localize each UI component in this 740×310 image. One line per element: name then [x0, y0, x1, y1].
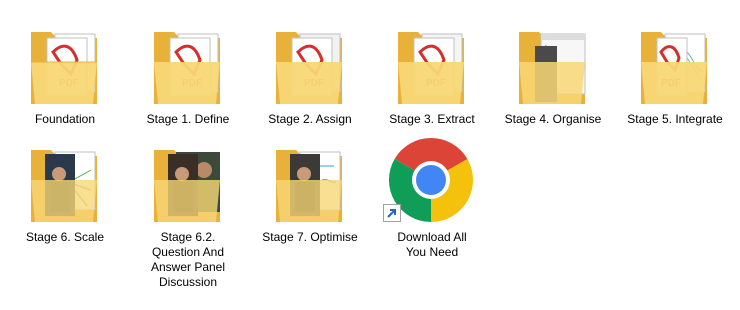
- folder-stage-4-organise[interactable]: Stage 4. Organise: [494, 12, 612, 162]
- folder-label: Stage 5. Integrate: [627, 112, 723, 126]
- folder-label: Foundation: [34, 112, 96, 126]
- folder-label: Stage 6. Scale: [25, 230, 105, 244]
- folder-stage-6-2-qa-panel[interactable]: Stage 6.2. Question And Answer Panel Dis…: [129, 130, 247, 289]
- folder-pdf-icon: PDF: [148, 22, 228, 110]
- folder-label: Stage 1. Define: [146, 112, 230, 126]
- folder-stage-7-optimise[interactable]: Stage 7. Optimise: [251, 130, 369, 280]
- folder-pdf-icon: PDF: [25, 22, 105, 110]
- folder-label: Stage 4. Organise: [504, 112, 602, 126]
- folder-pdf-icon: PDF: [635, 22, 715, 110]
- folder-label: Stage 3. Extract: [389, 112, 475, 126]
- shortcut-download-all-you-need[interactable]: Download All You Need: [373, 130, 491, 280]
- desktop-icon-grid: PDF Foundation PDF Stage 1. Define: [0, 0, 740, 310]
- folder-stage-5-integrate[interactable]: PDF Stage 5. Integrate: [616, 12, 734, 162]
- shortcut-label: Download All You Need: [397, 230, 467, 259]
- folder-label: Stage 6.2. Question And Answer Panel Dis…: [150, 230, 226, 289]
- folder-label: Stage 7. Optimise: [262, 230, 358, 244]
- folder-video-icon: [148, 140, 228, 228]
- folder-label: Stage 2. Assign: [268, 112, 352, 126]
- folder-pdf-icon: PDF: [392, 22, 472, 110]
- folder-stage-6-scale[interactable]: Stage 6. Scale: [6, 130, 124, 280]
- shortcut-arrow-icon: [383, 204, 401, 222]
- folder-document-icon: [513, 22, 593, 110]
- folder-video-icon: [270, 140, 350, 228]
- folder-video-icon: [25, 140, 105, 228]
- folder-pdf-icon: PDF: [270, 22, 350, 110]
